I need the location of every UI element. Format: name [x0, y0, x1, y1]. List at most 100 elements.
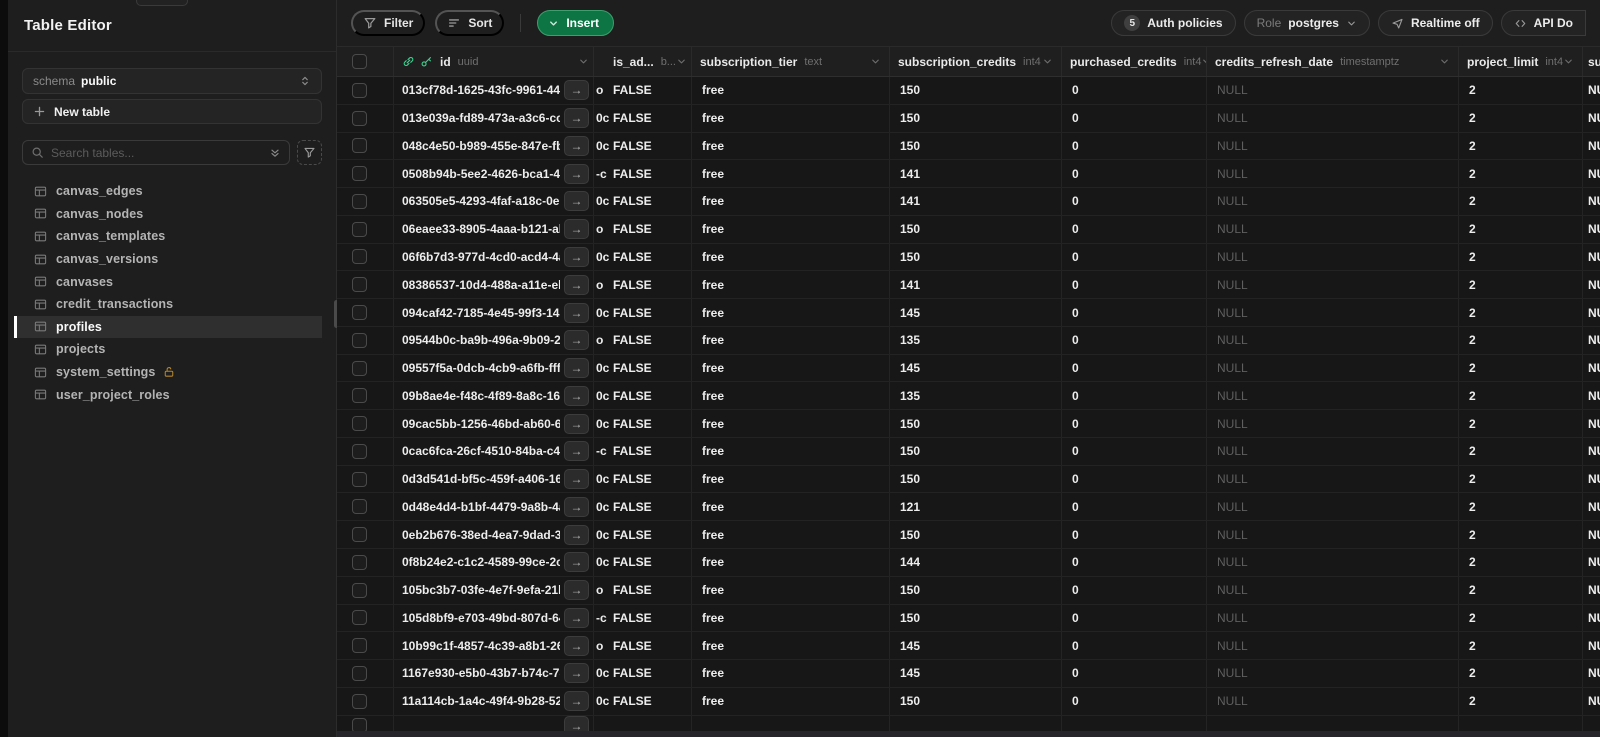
expand-row-button[interactable]: →	[564, 691, 589, 712]
column-header-subscription_credits[interactable]: subscription_credits int4	[890, 47, 1062, 76]
sidebar-item-system_settings[interactable]: system_settings	[22, 361, 322, 384]
expand-row-button[interactable]: →	[564, 246, 589, 267]
cell-tier: free	[692, 549, 890, 576]
select-all-header[interactable]	[337, 47, 394, 76]
expand-row-button[interactable]: →	[564, 219, 589, 240]
expand-row-button[interactable]: →	[564, 191, 589, 212]
expand-row-button[interactable]: →	[564, 274, 589, 295]
cell-last: NU	[1588, 333, 1600, 348]
insert-button[interactable]: Insert	[537, 10, 615, 36]
search-tables-input[interactable]: Search tables...	[22, 140, 290, 165]
sidebar-item-credit_transactions[interactable]: credit_transactions	[22, 293, 322, 316]
realtime-toggle-button[interactable]: Realtime off	[1377, 10, 1493, 36]
expand-row-button[interactable]: →	[564, 607, 589, 628]
sort-button[interactable]: Sort	[435, 10, 505, 36]
row-checkbox[interactable]	[352, 110, 367, 126]
row-id: 0f8b24e2-c1c2-4589-99ce-2c52d...	[402, 555, 560, 570]
table-name: canvas_nodes	[56, 206, 144, 221]
chevron-down-icon[interactable]	[1439, 56, 1450, 67]
expand-row-button[interactable]: →	[564, 358, 589, 379]
expand-row-button[interactable]: →	[564, 469, 589, 490]
expand-row-button[interactable]: →	[564, 108, 589, 129]
expand-row-button[interactable]: →	[564, 80, 589, 101]
expand-row-button[interactable]: →	[564, 496, 589, 517]
row-checkbox[interactable]	[352, 332, 367, 348]
expand-row-button[interactable]: →	[564, 580, 589, 601]
chevron-down-icon[interactable]	[676, 56, 687, 67]
api-docs-button[interactable]: API Do	[1500, 10, 1586, 36]
sidebar-item-canvas_nodes[interactable]: canvas_nodes	[22, 203, 322, 226]
select-all-checkbox[interactable]	[352, 54, 367, 69]
schema-select[interactable]: schema public	[22, 68, 322, 94]
expand-row-button[interactable]: →	[564, 524, 589, 545]
row-checkbox[interactable]	[352, 221, 367, 237]
row-checkbox[interactable]	[352, 277, 367, 293]
table-row: 063505e5-4293-4faf-a18c-0e65b... → 0cFALSE…	[337, 188, 1600, 216]
cell-sub_credits: 150	[890, 576, 1062, 604]
row-checkbox[interactable]	[352, 82, 367, 98]
sidebar-item-canvas_versions[interactable]: canvas_versions	[22, 248, 322, 271]
row-checkbox[interactable]	[352, 138, 367, 154]
row-id: 06eaee33-8905-4aaa-b121-ab552...	[402, 222, 560, 237]
sidebar-item-canvases[interactable]: canvases	[22, 270, 322, 293]
horizontal-scrollbar[interactable]	[337, 731, 1600, 737]
column-header-credits_refresh_date[interactable]: credits_refresh_date timestamptz	[1207, 47, 1459, 76]
expand-row-button[interactable]: →	[564, 663, 589, 684]
filter-button[interactable]: Filter	[351, 10, 426, 36]
row-checkbox[interactable]	[352, 388, 367, 404]
expand-row-button[interactable]: →	[564, 413, 589, 434]
row-checkbox[interactable]	[352, 665, 367, 681]
column-header-id[interactable]: id uuid	[394, 47, 594, 76]
row-checkbox[interactable]	[352, 610, 367, 626]
row-checkbox[interactable]	[352, 360, 367, 376]
expand-row-button[interactable]: →	[564, 163, 589, 184]
sidebar-item-canvas_edges[interactable]: canvas_edges	[22, 180, 322, 203]
column-header-frag[interactable]	[594, 47, 610, 76]
row-checkbox[interactable]	[352, 443, 367, 459]
expand-row-button[interactable]: →	[564, 385, 589, 406]
column-header-project_limit[interactable]: project_limit int4	[1459, 47, 1583, 76]
row-checkbox[interactable]	[352, 582, 367, 598]
column-header-su[interactable]: su	[1583, 47, 1600, 76]
row-checkbox[interactable]	[352, 638, 367, 654]
row-checkbox[interactable]	[352, 499, 367, 515]
expand-row-button[interactable]: →	[564, 135, 589, 156]
sidebar-item-projects[interactable]: projects	[22, 338, 322, 361]
row-checkbox[interactable]	[352, 471, 367, 487]
cell-select	[337, 271, 394, 299]
column-header-subscription_tier[interactable]: subscription_tier text	[692, 47, 890, 76]
expand-row-button[interactable]: →	[564, 441, 589, 462]
grid-toolbar: Filter Sort Insert 5 Auth policies Role …	[337, 0, 1600, 47]
column-header-is_ad...[interactable]: is_ad... b...	[610, 47, 692, 76]
row-checkbox[interactable]	[352, 527, 367, 543]
expand-row-button[interactable]: →	[564, 552, 589, 573]
row-checkbox[interactable]	[352, 693, 367, 709]
auth-policies-button[interactable]: 5 Auth policies	[1111, 10, 1236, 36]
chevrons-double-down-icon[interactable]	[269, 147, 281, 159]
row-checkbox[interactable]	[352, 305, 367, 320]
row-checkbox[interactable]	[352, 249, 367, 265]
cell-last: NU	[1588, 166, 1600, 181]
row-checkbox[interactable]	[352, 166, 367, 182]
sidebar-item-profiles[interactable]: profiles	[14, 315, 322, 339]
row-checkbox[interactable]	[352, 554, 367, 570]
chevron-down-icon[interactable]	[1042, 56, 1053, 67]
sidebar-item-canvas_templates[interactable]: canvas_templates	[22, 225, 322, 248]
new-table-button[interactable]: New table	[22, 99, 322, 124]
chevron-down-icon[interactable]	[870, 56, 881, 67]
row-checkbox[interactable]	[352, 193, 367, 209]
expand-row-button[interactable]: →	[564, 330, 589, 351]
cell-tier: free	[692, 493, 890, 521]
cell-purchased: 0	[1062, 493, 1207, 521]
role-select[interactable]: Role postgres	[1243, 10, 1370, 36]
table-grid-icon	[34, 320, 47, 333]
chevron-down-icon[interactable]	[578, 56, 589, 67]
expand-row-button[interactable]: →	[564, 635, 589, 656]
column-header-purchased_credits[interactable]: purchased_credits int4	[1062, 47, 1207, 76]
row-checkbox[interactable]	[352, 416, 367, 432]
column-name: purchased_credits	[1070, 54, 1177, 69]
expand-row-button[interactable]: →	[564, 302, 589, 323]
chevron-down-icon[interactable]	[1563, 56, 1574, 67]
filter-tables-button[interactable]	[297, 140, 322, 165]
sidebar-item-user_project_roles[interactable]: user_project_roles	[22, 383, 322, 406]
